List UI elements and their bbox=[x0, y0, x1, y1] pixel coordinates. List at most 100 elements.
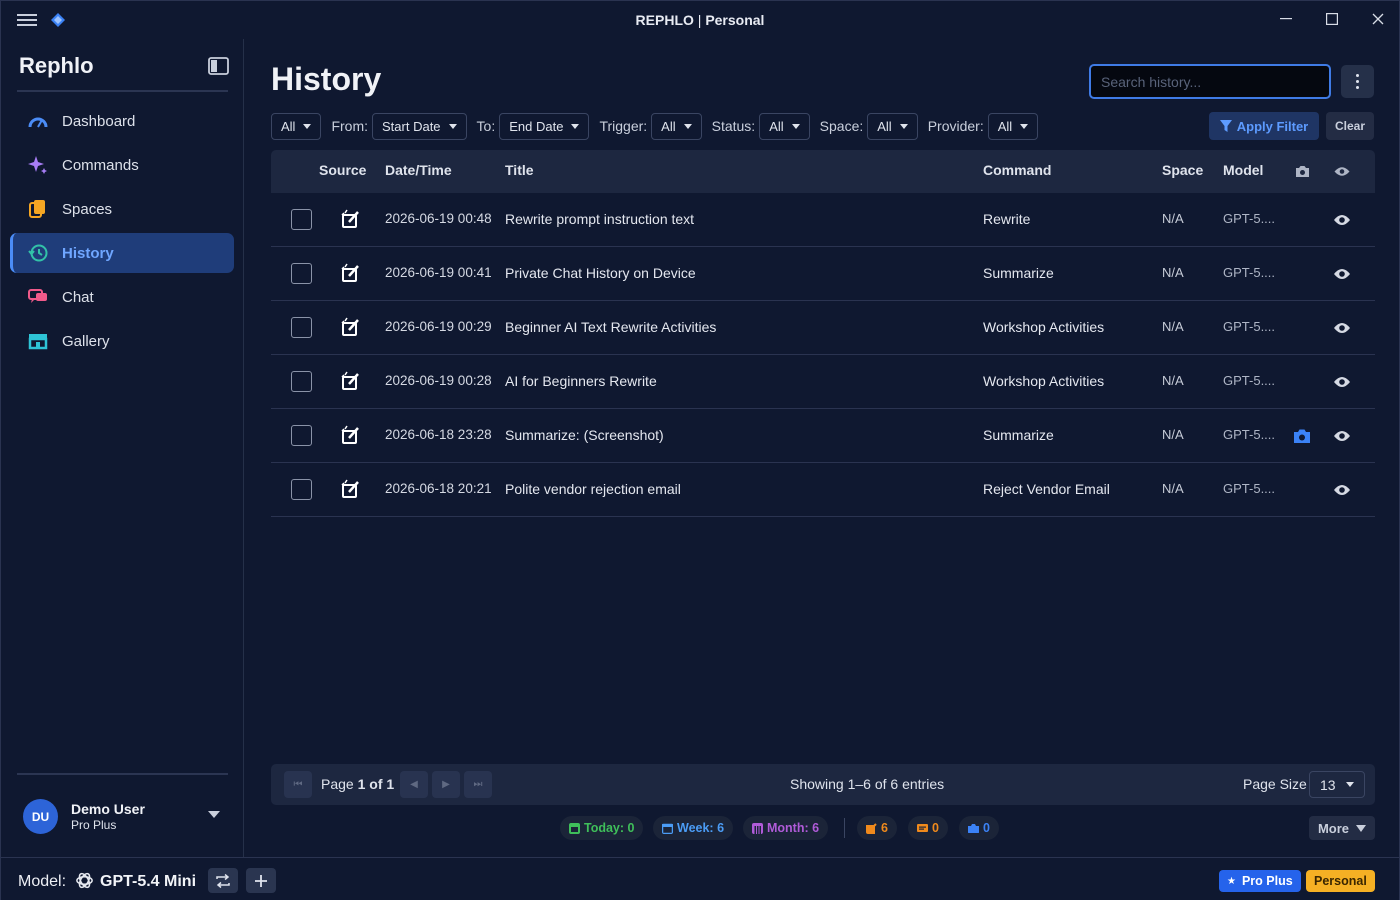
select-value: Start Date bbox=[382, 118, 441, 134]
start-date-picker[interactable]: Start Date bbox=[372, 112, 467, 140]
brand-name: Rephlo bbox=[19, 53, 94, 78]
command-source-icon bbox=[341, 479, 359, 498]
row-checkbox[interactable] bbox=[291, 479, 312, 500]
row-title: Rewrite prompt instruction text bbox=[505, 211, 695, 227]
command-source-icon bbox=[341, 371, 359, 390]
column-header-model[interactable]: Model bbox=[1223, 162, 1263, 178]
more-button[interactable]: More bbox=[1309, 816, 1375, 840]
column-header-source[interactable]: Source bbox=[319, 162, 366, 178]
maximize-icon bbox=[1326, 13, 1338, 25]
sidebar: Rephlo Dashboard Commands Spaces History… bbox=[1, 39, 244, 857]
first-page-button[interactable]: ⏮ bbox=[284, 771, 312, 798]
sidebar-item-label: History bbox=[62, 244, 114, 262]
provider-filter-select[interactable]: All bbox=[987, 112, 1039, 140]
page-label: Page 1 of 1 bbox=[321, 776, 394, 792]
table-row[interactable]: 2026-06-19 00:29 Beginner AI Text Rewrite… bbox=[271, 301, 1375, 355]
table-row[interactable]: 2026-06-18 20:21 Polite vendor rejection … bbox=[271, 463, 1375, 517]
sidebar-item-chat[interactable]: Chat bbox=[10, 277, 234, 317]
sidebar-item-label: Spaces bbox=[62, 200, 113, 218]
view-eye-icon[interactable] bbox=[1333, 213, 1351, 227]
more-options-icon[interactable] bbox=[1341, 65, 1374, 98]
row-checkbox[interactable] bbox=[291, 263, 312, 284]
trigger-filter-select[interactable]: All bbox=[651, 112, 702, 140]
screenshot-camera-icon[interactable] bbox=[1293, 428, 1311, 444]
model-name[interactable]: GPT-5.4 Mini bbox=[100, 873, 196, 891]
tier-badge: ★ Pro Plus bbox=[1219, 870, 1301, 892]
sparkle-icon bbox=[28, 155, 48, 175]
caret-down-icon bbox=[303, 123, 312, 129]
row-title: Private Chat History on Device bbox=[505, 265, 696, 281]
last-page-button[interactable]: ⏭ bbox=[464, 771, 492, 798]
view-eye-icon[interactable] bbox=[1333, 267, 1351, 281]
swap-arrows-icon bbox=[216, 873, 230, 888]
table-row[interactable]: 2026-06-18 23:28 Summarize: (Screenshot) S… bbox=[271, 409, 1375, 463]
stats-divider bbox=[844, 818, 845, 838]
column-header-datetime[interactable]: Date/Time bbox=[385, 162, 452, 178]
maximize-button[interactable] bbox=[1309, 5, 1355, 33]
apply-filter-button[interactable]: Apply Filter bbox=[1209, 112, 1319, 140]
column-header-space[interactable]: Space bbox=[1162, 162, 1203, 178]
row-checkbox[interactable] bbox=[291, 371, 312, 392]
row-command: Summarize bbox=[983, 265, 1054, 281]
star-icon: ★ bbox=[1227, 875, 1236, 887]
view-eye-icon[interactable] bbox=[1333, 375, 1351, 389]
dashboard-gauge-icon bbox=[28, 111, 48, 131]
view-eye-icon[interactable] bbox=[1333, 429, 1351, 443]
clear-filter-button[interactable]: Clear bbox=[1326, 112, 1374, 140]
more-label: More bbox=[1317, 820, 1350, 836]
next-page-button[interactable]: ▶ bbox=[432, 771, 460, 798]
history-clock-icon bbox=[28, 243, 48, 263]
row-model: GPT-5.... bbox=[1223, 481, 1276, 496]
row-space: N/A bbox=[1162, 373, 1184, 388]
space-filter-select[interactable]: All bbox=[867, 112, 918, 140]
page-size-select[interactable]: 13 bbox=[1309, 771, 1365, 798]
select-value: End Date bbox=[509, 118, 564, 134]
row-checkbox[interactable] bbox=[291, 317, 312, 338]
command-source-icon bbox=[341, 425, 359, 444]
command-source-icon bbox=[341, 317, 359, 336]
row-checkbox[interactable] bbox=[291, 209, 312, 230]
select-value: All bbox=[661, 118, 676, 134]
sidebar-item-commands[interactable]: Commands bbox=[10, 145, 234, 185]
row-space: N/A bbox=[1162, 211, 1184, 226]
sidebar-item-spaces[interactable]: Spaces bbox=[10, 189, 234, 229]
table-row[interactable]: 2026-06-19 00:41 Private Chat History on … bbox=[271, 247, 1375, 301]
minimize-button[interactable] bbox=[1263, 5, 1309, 33]
close-window-button[interactable] bbox=[1355, 5, 1400, 33]
view-eye-icon[interactable] bbox=[1333, 483, 1351, 497]
sidebar-item-history[interactable]: History bbox=[10, 233, 234, 273]
column-header-command[interactable]: Command bbox=[983, 162, 1051, 178]
type-filter-select[interactable]: All bbox=[271, 112, 322, 140]
end-date-picker[interactable]: End Date bbox=[499, 112, 590, 140]
caret-down-icon bbox=[683, 123, 692, 129]
first-page-icon: ⏮ bbox=[293, 779, 303, 790]
gallery-store-icon bbox=[28, 331, 48, 351]
previous-page-button[interactable]: ◀ bbox=[400, 771, 428, 798]
sidebar-item-dashboard[interactable]: Dashboard bbox=[10, 101, 234, 141]
stats-bar: Today: 0 Week: 6 Month: 6 6 0 0 More bbox=[1, 816, 1400, 840]
row-checkbox[interactable] bbox=[291, 425, 312, 446]
row-title: Polite vendor rejection email bbox=[505, 481, 681, 497]
next-page-icon: ▶ bbox=[442, 779, 450, 790]
page-word: Page bbox=[321, 776, 354, 792]
sidebar-nav: Dashboard Commands Spaces History Chat G… bbox=[10, 101, 234, 365]
search-input[interactable] bbox=[1089, 64, 1331, 99]
table-row[interactable]: 2026-06-19 00:48 Rewrite prompt instructi… bbox=[271, 193, 1375, 247]
chat-count-label: 0 bbox=[932, 821, 939, 835]
caret-down-icon bbox=[1020, 123, 1029, 129]
caret-down-icon bbox=[571, 123, 580, 129]
sidebar-collapse-icon[interactable] bbox=[208, 57, 229, 75]
switch-model-button[interactable] bbox=[208, 868, 238, 893]
filter-bar: All From: Start Date To: End Date Trigge… bbox=[271, 112, 1048, 140]
status-label: Status: bbox=[711, 118, 756, 134]
command-edit-icon bbox=[866, 822, 877, 834]
status-filter-select[interactable]: All bbox=[759, 112, 810, 140]
view-eye-icon[interactable] bbox=[1333, 321, 1351, 335]
app-name: REPHLO bbox=[635, 12, 694, 28]
commands-count-badge: 6 bbox=[857, 816, 897, 840]
sidebar-item-gallery[interactable]: Gallery bbox=[10, 321, 234, 361]
page-title: History bbox=[271, 61, 382, 97]
table-row[interactable]: 2026-06-19 00:28 AI for Beginners Rewrite… bbox=[271, 355, 1375, 409]
column-header-title[interactable]: Title bbox=[505, 162, 534, 178]
add-model-button[interactable] bbox=[246, 868, 276, 893]
